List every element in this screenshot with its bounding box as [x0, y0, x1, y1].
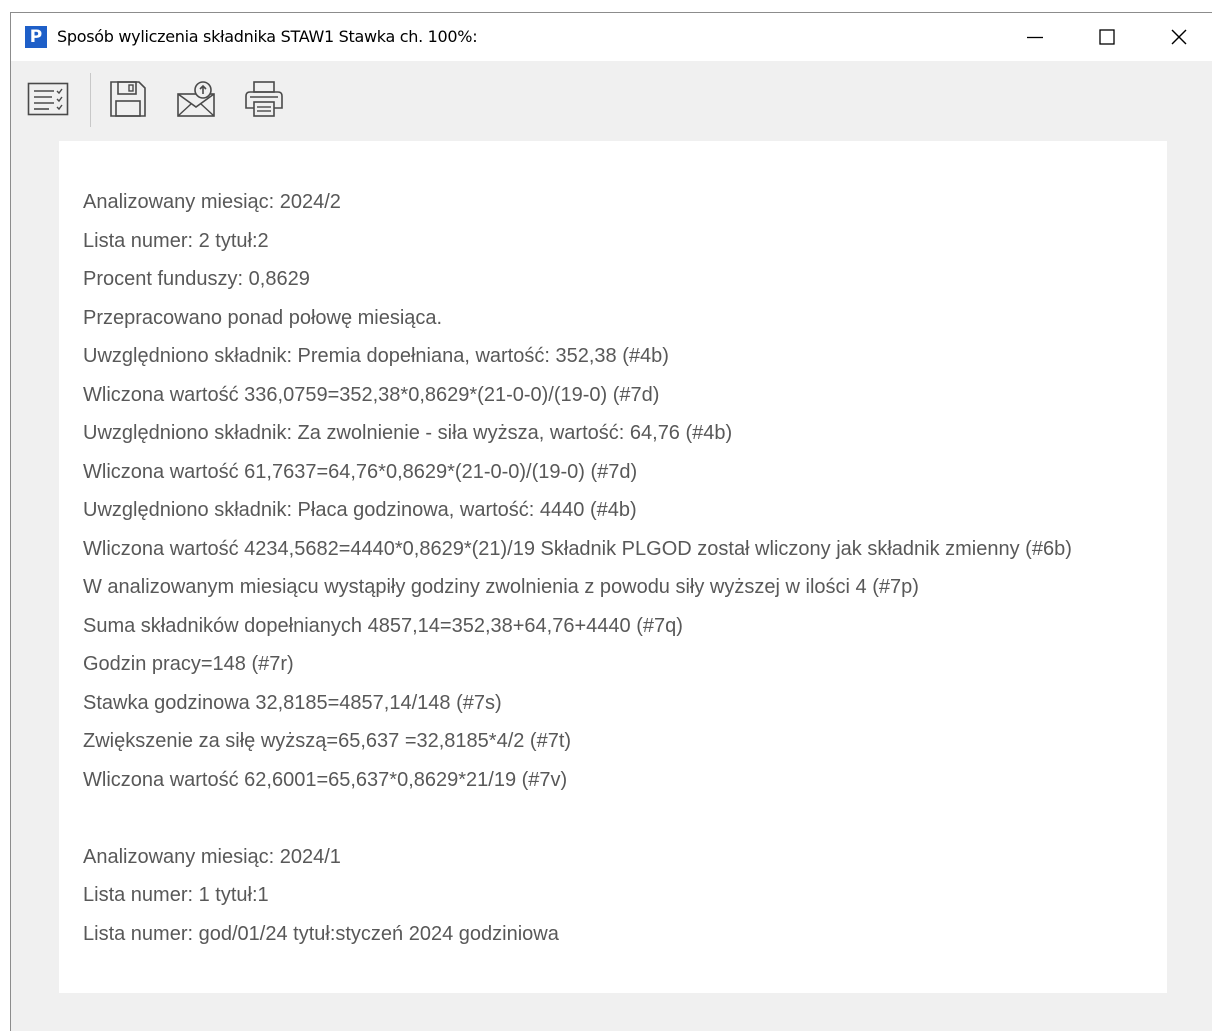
- report-line-blank: [83, 799, 1153, 838]
- send-email-button[interactable]: [174, 77, 218, 121]
- send-email-icon: [177, 81, 215, 117]
- details-list-button[interactable]: [26, 77, 70, 121]
- report-line: Przepracowano ponad połowę miesiąca.: [83, 306, 443, 329]
- details-list-icon: [27, 82, 69, 116]
- report-lines: Analizowany miesiąc: 2024/2 Lista numer:…: [83, 183, 1153, 953]
- save-button[interactable]: [106, 77, 150, 121]
- title-bar[interactable]: P Sposób wyliczenia składnika STAW1 Staw…: [11, 13, 1212, 61]
- report-line: Wliczona wartość 4234,5682=4440*0,8629*(…: [83, 537, 1072, 560]
- report-line: Zwiększenie za siłę wyższą=65,637 =32,81…: [83, 730, 572, 752]
- maximize-button[interactable]: [1071, 13, 1143, 61]
- report-line: Wliczona wartość 336,0759=352,38*0,8629*…: [83, 383, 660, 406]
- report-line: Uwzględniono składnik: Premia dopełniana…: [83, 345, 669, 367]
- minimize-icon: [1027, 36, 1043, 39]
- app-logo-icon: P: [25, 26, 47, 48]
- report-line: Godzin pracy=148 (#7r): [83, 653, 294, 675]
- save-icon: [110, 81, 146, 117]
- dialog-window: P Sposób wyliczenia składnika STAW1 Staw…: [10, 12, 1212, 1031]
- print-button[interactable]: [242, 77, 286, 121]
- report-line: Analizowany miesiąc: 2024/1: [83, 845, 341, 868]
- close-icon: [1171, 29, 1187, 45]
- toolbar-separator: [90, 73, 91, 127]
- report-line: Uwzględniono składnik: Płaca godzinowa, …: [83, 499, 637, 521]
- report-line: Analizowany miesiąc: 2024/2: [83, 191, 341, 213]
- toolbar: [11, 61, 1212, 141]
- report-line: Uwzględniono składnik: Za zwolnienie - s…: [83, 422, 733, 444]
- maximize-icon: [1099, 29, 1115, 45]
- print-icon: [245, 81, 283, 117]
- minimize-button[interactable]: [999, 13, 1071, 61]
- report-line: Lista numer: god/01/24 tytuł:styczeń 202…: [83, 922, 559, 945]
- report-line: W analizowanym miesiącu wystąpiły godzin…: [83, 576, 919, 598]
- calculation-report: Analizowany miesiąc: 2024/2 Lista numer:…: [59, 141, 1167, 993]
- window-title: Sposób wyliczenia składnika STAW1 Stawka…: [57, 27, 478, 46]
- report-line: Suma składników dopełnianych 4857,14=352…: [83, 614, 683, 637]
- report-line: Procent funduszy: 0,8629: [83, 268, 310, 290]
- report-line: Lista numer: 2 tytuł:2: [83, 229, 269, 252]
- report-line: Wliczona wartość 62,6001=65,637*0,8629*2…: [83, 768, 568, 791]
- report-line: Wliczona wartość 61,7637=64,76*0,8629*(2…: [83, 460, 638, 483]
- close-button[interactable]: [1143, 13, 1212, 61]
- report-line: Stawka godzinowa 32,8185=4857,14/148 (#7…: [83, 691, 502, 714]
- report-line: Lista numer: 1 tytuł:1: [83, 884, 269, 906]
